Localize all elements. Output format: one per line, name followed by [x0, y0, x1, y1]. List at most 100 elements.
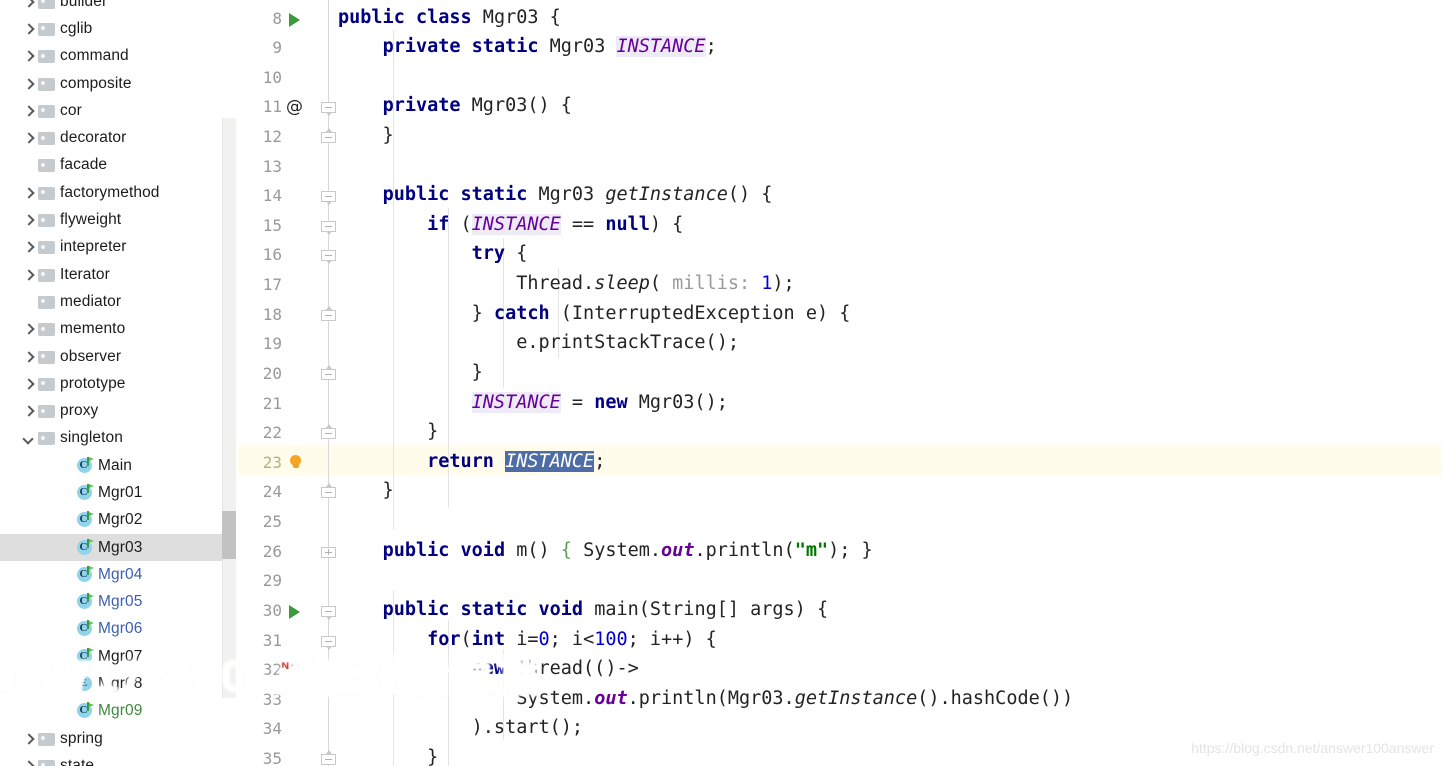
fold-collapse-icon[interactable]	[321, 634, 337, 650]
fold-collapse-icon[interactable]	[321, 127, 337, 145]
code-line-14[interactable]: public static Mgr03 getInstance() {	[338, 184, 773, 205]
code-line-9[interactable]: private static Mgr03 INSTANCE;	[338, 36, 717, 58]
chevron-right-icon[interactable]	[22, 405, 35, 418]
code-line-15[interactable]: if (INSTANCE == null) {	[338, 213, 683, 235]
chevron-right-icon[interactable]	[22, 241, 35, 254]
chevron-right-icon[interactable]	[22, 186, 35, 199]
fold-collapse-icon[interactable]	[321, 100, 337, 117]
fold-collapse-icon[interactable]	[321, 305, 337, 323]
code-line-32[interactable]: new Thread(()->	[338, 658, 639, 679]
tree-item-decorator[interactable]: decorator	[0, 124, 238, 151]
tree-item-proxy[interactable]: proxy	[0, 397, 238, 424]
code-line-30[interactable]: public static void main(String[] args) {	[338, 599, 829, 620]
fold-collapse-icon[interactable]	[321, 364, 337, 382]
fold-collapse-icon[interactable]	[321, 248, 337, 265]
tree-item-spring[interactable]: spring	[0, 725, 238, 752]
line-number-26: 26	[262, 541, 282, 561]
tree-item-intepreter[interactable]: intepreter	[0, 234, 238, 261]
run-gutter-icon[interactable]	[288, 604, 302, 619]
tree-arrow-placeholder	[60, 623, 73, 636]
fold-tip	[325, 127, 332, 132]
tree-item-cglib[interactable]: cglib	[0, 15, 238, 42]
tree-item-facade[interactable]: facade	[0, 152, 238, 179]
code-line-26[interactable]: public void m() { System.out.println("m"…	[338, 540, 873, 561]
tree-item-mgr03[interactable]: C Mgr03	[0, 533, 238, 562]
folder-icon	[38, 404, 55, 419]
vcs-new-gutter-icon[interactable]: N	[280, 660, 304, 680]
tree-item-state[interactable]: state	[0, 752, 238, 766]
code-line-21[interactable]: INSTANCE = new Mgr03();	[338, 391, 728, 413]
tree-item-observer[interactable]: observer	[0, 343, 238, 370]
chevron-right-icon[interactable]	[22, 323, 35, 336]
tree-item-iterator[interactable]: Iterator	[0, 261, 238, 288]
code-line-35[interactable]: }	[338, 747, 438, 766]
fold-collapse-icon[interactable]	[321, 483, 337, 500]
tree-item-factorymethod[interactable]: factorymethod	[0, 179, 238, 206]
tree-item-singleton[interactable]: singleton	[0, 425, 238, 452]
code-line-34[interactable]: ).start();	[338, 717, 583, 738]
tree-item-flyweight[interactable]: flyweight	[0, 206, 238, 233]
code-line-33[interactable]: System.out.println(Mgr03.getInstance().h…	[338, 688, 1073, 709]
code-line-11[interactable]: private Mgr03() {	[338, 95, 572, 116]
java-class-icon: C	[76, 538, 94, 557]
fold-collapse-icon[interactable]	[321, 219, 337, 235]
chevron-right-icon[interactable]	[22, 22, 35, 35]
tree-item-mgr06[interactable]: C Mgr06	[0, 616, 238, 643]
project-tree-panel[interactable]: builder cglib command composite cor decorator…	[0, 0, 238, 766]
project-tree-scrollbar-thumb[interactable]	[222, 511, 236, 559]
fold-collapse-icon[interactable]	[321, 424, 337, 441]
tree-item-memento[interactable]: memento	[0, 316, 238, 343]
code-line-23[interactable]: return INSTANCE;	[338, 450, 605, 472]
annotation-gutter-icon[interactable]: @	[286, 97, 303, 117]
code-line-20[interactable]: }	[338, 362, 483, 383]
chevron-down-icon[interactable]	[22, 432, 35, 445]
fold-collapse-icon[interactable]	[321, 189, 337, 206]
code-line-17[interactable]: Thread.sleep( millis: 1);	[338, 273, 795, 294]
tree-item-mgr01[interactable]: C Mgr01	[0, 479, 238, 506]
keyword: public	[338, 6, 405, 28]
project-tree-scrollbar-track[interactable]	[222, 118, 236, 698]
chevron-right-icon[interactable]	[22, 132, 35, 145]
tree-item-prototype[interactable]: prototype	[0, 370, 238, 397]
tree-item-command[interactable]: command	[0, 43, 238, 70]
tree-item-mgr04[interactable]: C Mgr04	[0, 561, 238, 588]
fold-collapse-icon[interactable]	[321, 750, 337, 766]
chevron-right-icon[interactable]	[22, 77, 35, 90]
code-line-8[interactable]: public class Mgr03 {	[338, 7, 561, 28]
code-line-16[interactable]: try {	[338, 243, 528, 264]
chevron-right-icon[interactable]	[22, 50, 35, 63]
tree-item-mgr02[interactable]: C Mgr02	[0, 507, 238, 534]
code-line-24[interactable]: }	[338, 480, 394, 501]
chevron-right-icon[interactable]	[22, 268, 35, 281]
code-line-19[interactable]: e.printStackTrace();	[338, 332, 739, 353]
code-line-12[interactable]: }	[338, 125, 394, 146]
chevron-right-icon[interactable]	[22, 214, 35, 227]
fold-expand-icon[interactable]	[321, 545, 337, 560]
code-line-22[interactable]: }	[338, 421, 438, 442]
fold-collapse-icon[interactable]	[321, 604, 337, 620]
chevron-right-icon[interactable]	[22, 732, 35, 745]
static-field: out	[594, 687, 628, 709]
keyword: new	[471, 658, 506, 680]
tree-item-mgr09[interactable]: C Mgr09	[0, 698, 238, 725]
chevron-right-icon[interactable]	[22, 350, 35, 363]
tree-item-mgr05[interactable]: C Mgr05	[0, 589, 238, 616]
code-line-18[interactable]: } catch (InterruptedException e) {	[338, 303, 851, 324]
chevron-right-icon[interactable]	[22, 0, 35, 8]
tree-item-composite[interactable]: composite	[0, 70, 238, 97]
chevron-right-icon[interactable]	[22, 759, 35, 766]
code-editor[interactable]: 8 9 10 11 12 13 14 15 16 17 18 19 20 21 22 23 24 25 26 29 30…	[238, 0, 1442, 766]
tree-item-mgr07[interactable]: C Mgr07	[0, 643, 238, 670]
tree-item-label: factorymethod	[60, 183, 160, 201]
tree-item-mgr08[interactable]: E Mgr08	[0, 670, 238, 697]
intention-bulb-icon[interactable]	[289, 454, 302, 471]
tree-item-builder[interactable]: builder	[0, 0, 238, 15]
run-gutter-icon[interactable]	[288, 12, 302, 27]
selected-identifier[interactable]: INSTANCE	[505, 450, 595, 472]
chevron-right-icon[interactable]	[22, 377, 35, 390]
chevron-right-icon[interactable]	[22, 104, 35, 117]
code-line-31[interactable]: for(int i=0; i<100; i++) {	[338, 629, 717, 650]
tree-item-main[interactable]: C Main	[0, 452, 238, 479]
tree-item-mediator[interactable]: mediator	[0, 288, 238, 315]
tree-item-cor[interactable]: cor	[0, 97, 238, 124]
